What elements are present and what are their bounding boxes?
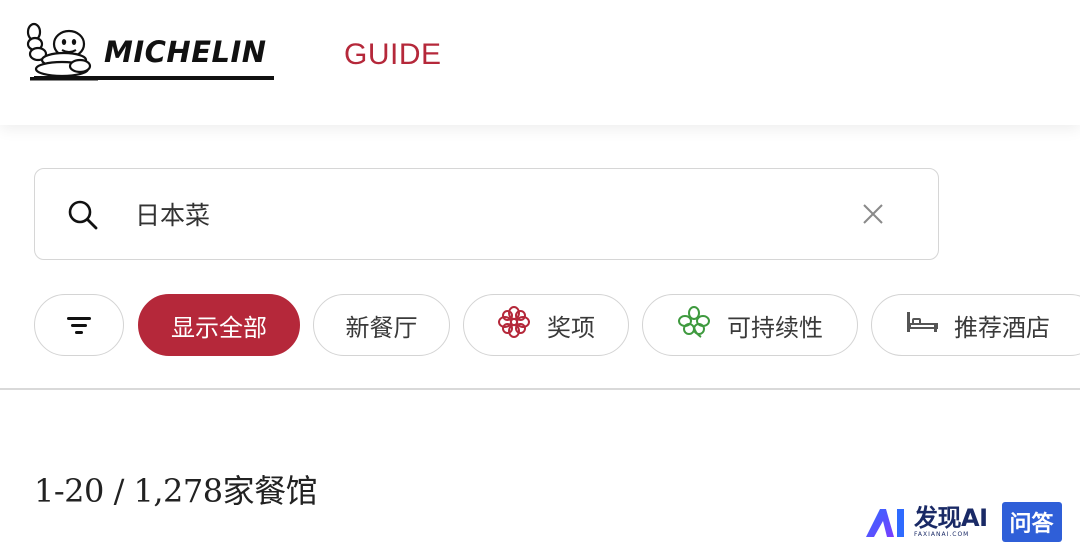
michelin-logo[interactable]: MICHELIN [22, 22, 267, 82]
bibendum-icon [26, 22, 98, 81]
filter-icon [67, 317, 91, 334]
watermark-badge: 问答 [1001, 502, 1062, 542]
search-box[interactable] [34, 168, 939, 260]
logo-underline [34, 76, 274, 80]
green-clover-icon [677, 305, 711, 345]
chip-label: 推荐酒店 [954, 313, 1050, 342]
watermark-main: 发现AI [914, 504, 988, 532]
chip-label: 可持续性 [727, 313, 823, 342]
chip-label: 奖项 [547, 313, 595, 342]
guide-label: GUIDE [344, 38, 442, 71]
bed-icon [906, 310, 938, 340]
chip-new-restaurants[interactable]: 新餐厅 [313, 294, 450, 356]
chip-awards[interactable]: 奖项 [463, 294, 629, 356]
close-icon[interactable] [862, 203, 884, 225]
michelin-wordmark: MICHELIN [104, 35, 267, 69]
chip-label: 新餐厅 [345, 313, 418, 342]
filter-button[interactable] [34, 294, 124, 356]
chip-sustainability[interactable]: 可持续性 [642, 294, 858, 356]
michelin-flower-icon [497, 305, 531, 345]
chip-label: 显示全部 [171, 313, 267, 342]
watermark: 发现AI FAXIANAI.COM 问答 [864, 502, 1062, 542]
results-count: 1-20 / 1,278家餐馆 [34, 472, 318, 510]
divider [0, 388, 1080, 390]
faxianai-logo-icon [866, 509, 904, 537]
search-icon[interactable] [65, 197, 101, 233]
chip-show-all[interactable]: 显示全部 [138, 294, 300, 356]
site-header: MICHELIN GUIDE [0, 0, 1080, 125]
chip-recommended-hotels[interactable]: 推荐酒店 [871, 294, 1080, 356]
watermark-sub: FAXIANAI.COM [914, 531, 970, 538]
search-input[interactable] [135, 191, 775, 237]
